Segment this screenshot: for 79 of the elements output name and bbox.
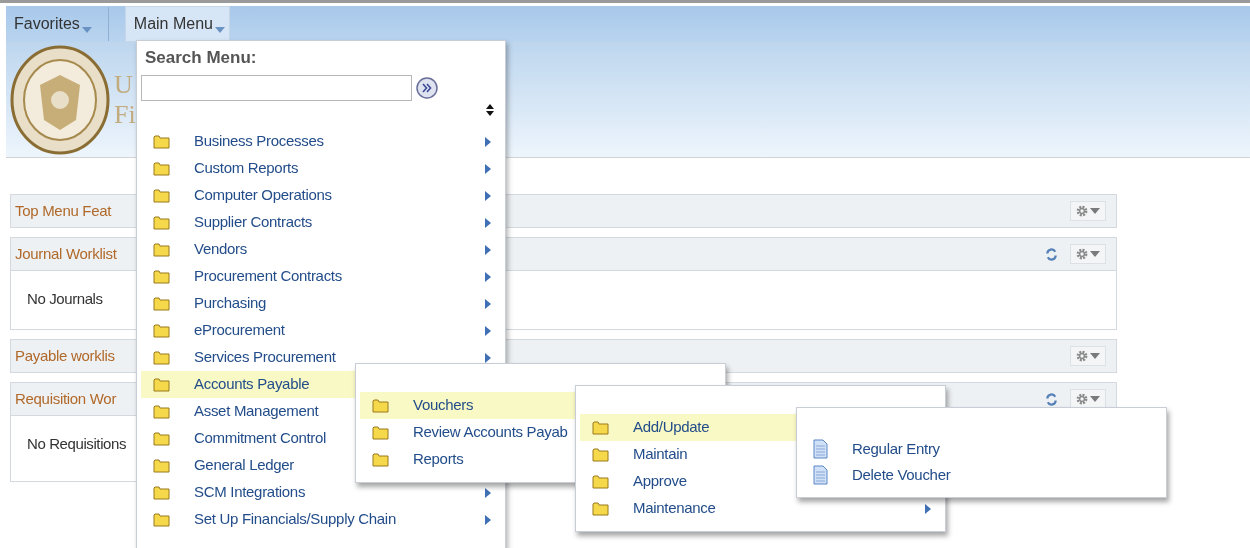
pagelet-title: Top Menu Feat [15,200,112,221]
settings-icon [1076,393,1088,405]
search-field[interactable] [141,75,412,101]
settings-icon [1076,205,1088,217]
menu-item[interactable]: SCM Integrations [141,479,501,506]
caret-icon [81,27,92,33]
menu-item[interactable]: Computer Operations [141,182,501,209]
settings-icon [1076,350,1088,362]
menu-item[interactable]: Procurement Contracts [141,263,501,290]
folder-icon [153,269,170,284]
submenu-arrow-icon [485,190,491,201]
header-title: Fi [114,99,136,130]
folder-icon [153,242,170,257]
folder-icon [153,377,170,392]
submenu-arrow-icon [485,244,491,255]
submenu-arrow-icon [485,271,491,282]
settings-dropdown-button[interactable] [1070,244,1106,264]
submenu-arrow-icon [925,503,931,514]
refresh-icon[interactable] [1045,247,1058,261]
pagelet-title: Journal Worklist [15,243,117,264]
folder-icon [592,447,609,462]
refresh-icon[interactable] [1045,392,1058,406]
document-icon [813,465,828,485]
caret-icon [1090,251,1100,257]
caret-icon [1090,396,1100,402]
sort-icon[interactable] [485,103,495,117]
folder-icon [153,458,170,473]
folder-icon [153,431,170,446]
folder-icon [153,161,170,176]
folder-icon [592,474,609,489]
caret-icon [1090,208,1100,214]
folder-icon [153,215,170,230]
submenu-arrow-icon [485,217,491,228]
document-icon [813,439,828,459]
settings-dropdown-button[interactable] [1070,346,1106,366]
go-icon[interactable] [416,77,438,99]
caret-icon [214,27,225,33]
menu-item[interactable]: Purchasing [141,290,501,317]
pagelet-title: Requisition Wor [15,388,117,409]
folder-icon [372,398,389,413]
submenu-arrow-icon [485,514,491,525]
folder-icon [153,323,170,338]
menu-item[interactable]: Maintenance [580,495,941,522]
settings-dropdown-button[interactable] [1070,389,1106,409]
submenu-arrow-icon [485,163,491,174]
folder-icon [153,134,170,149]
menu-item[interactable]: Set Up Financials/Supply Chain [141,506,501,533]
menu-item[interactable]: Vendors [141,236,501,263]
folder-icon [153,296,170,311]
settings-dropdown-button[interactable] [1070,201,1106,221]
menu-item[interactable]: Custom Reports [141,155,501,182]
submenu-arrow-icon [485,325,491,336]
header-title: U [114,69,134,100]
folder-icon [592,420,609,435]
empty-message: No Journals [27,290,103,307]
empty-message: No Requisitions [27,435,127,452]
folder-icon [153,350,170,365]
nav-tab[interactable]: Favorites [6,6,96,42]
submenu-arrow-icon [485,136,491,147]
caret-icon [1090,353,1100,359]
submenu-arrow-icon [485,298,491,309]
nav-tab[interactable]: Main Menu [124,6,230,42]
folder-icon [372,425,389,440]
settings-icon [1076,248,1088,260]
folder-icon [153,404,170,419]
folder-icon [153,188,170,203]
folder-icon [153,485,170,500]
submenu-arrow-icon [485,487,491,498]
menu-item[interactable]: Supplier Contracts [141,209,501,236]
folder-icon [372,452,389,467]
submenu-arrow-icon [485,352,491,363]
menu-item[interactable]: eProcurement [141,317,501,344]
folder-icon [153,512,170,527]
pagelet-title: Payable worklis [15,345,115,366]
menu-item[interactable]: Services Procurement [141,344,501,371]
search-label: Search Menu: [145,47,258,69]
folder-icon [592,501,609,516]
menu-item[interactable]: Business Processes [141,128,501,155]
menu-item[interactable]: Delete Voucher [801,462,1162,488]
